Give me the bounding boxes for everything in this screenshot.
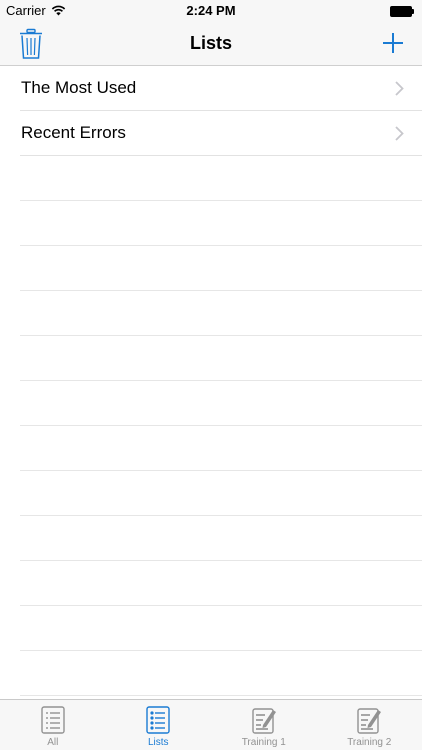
navigation-bar: Lists bbox=[0, 22, 422, 66]
tab-bar: All Lists Training 1 Training 2 bbox=[0, 699, 422, 750]
empty-row bbox=[20, 156, 422, 201]
list-item-label: Recent Errors bbox=[21, 123, 126, 142]
chevron-right-icon bbox=[395, 126, 404, 141]
empty-row bbox=[20, 336, 422, 381]
bulleted-list-icon bbox=[146, 706, 170, 734]
tab-label: Lists bbox=[147, 737, 169, 748]
empty-row bbox=[20, 291, 422, 336]
empty-row bbox=[20, 651, 422, 696]
empty-row bbox=[20, 246, 422, 291]
tab-label: Training 2 bbox=[347, 737, 392, 748]
battery-icon bbox=[390, 6, 414, 17]
lists-table: The Most Used Recent Errors bbox=[0, 66, 422, 699]
list-item-most-used[interactable]: The Most Used bbox=[20, 66, 422, 111]
empty-row bbox=[20, 201, 422, 246]
edit-document-icon bbox=[357, 708, 382, 734]
list-icon bbox=[41, 706, 65, 734]
tab-training-1[interactable]: Training 1 bbox=[211, 700, 317, 750]
tab-label: Training 1 bbox=[241, 737, 286, 748]
empty-row bbox=[20, 381, 422, 426]
empty-row bbox=[20, 516, 422, 561]
tab-training-2[interactable]: Training 2 bbox=[317, 700, 422, 750]
list-item-recent-errors[interactable]: Recent Errors bbox=[20, 111, 422, 156]
list-item-label: The Most Used bbox=[21, 78, 137, 97]
empty-row bbox=[20, 561, 422, 606]
tab-all[interactable]: All bbox=[0, 700, 106, 750]
status-time: 2:24 PM bbox=[186, 3, 236, 18]
add-icon[interactable] bbox=[382, 32, 404, 54]
chevron-right-icon bbox=[395, 81, 404, 96]
empty-row bbox=[20, 606, 422, 651]
edit-document-icon bbox=[252, 708, 276, 734]
status-bar: Carrier 2:24 PM bbox=[0, 0, 422, 22]
page-title: Lists bbox=[189, 33, 232, 53]
empty-row bbox=[20, 471, 422, 516]
tab-lists[interactable]: Lists bbox=[106, 700, 212, 750]
empty-row bbox=[20, 426, 422, 471]
tab-label: All bbox=[47, 737, 59, 748]
